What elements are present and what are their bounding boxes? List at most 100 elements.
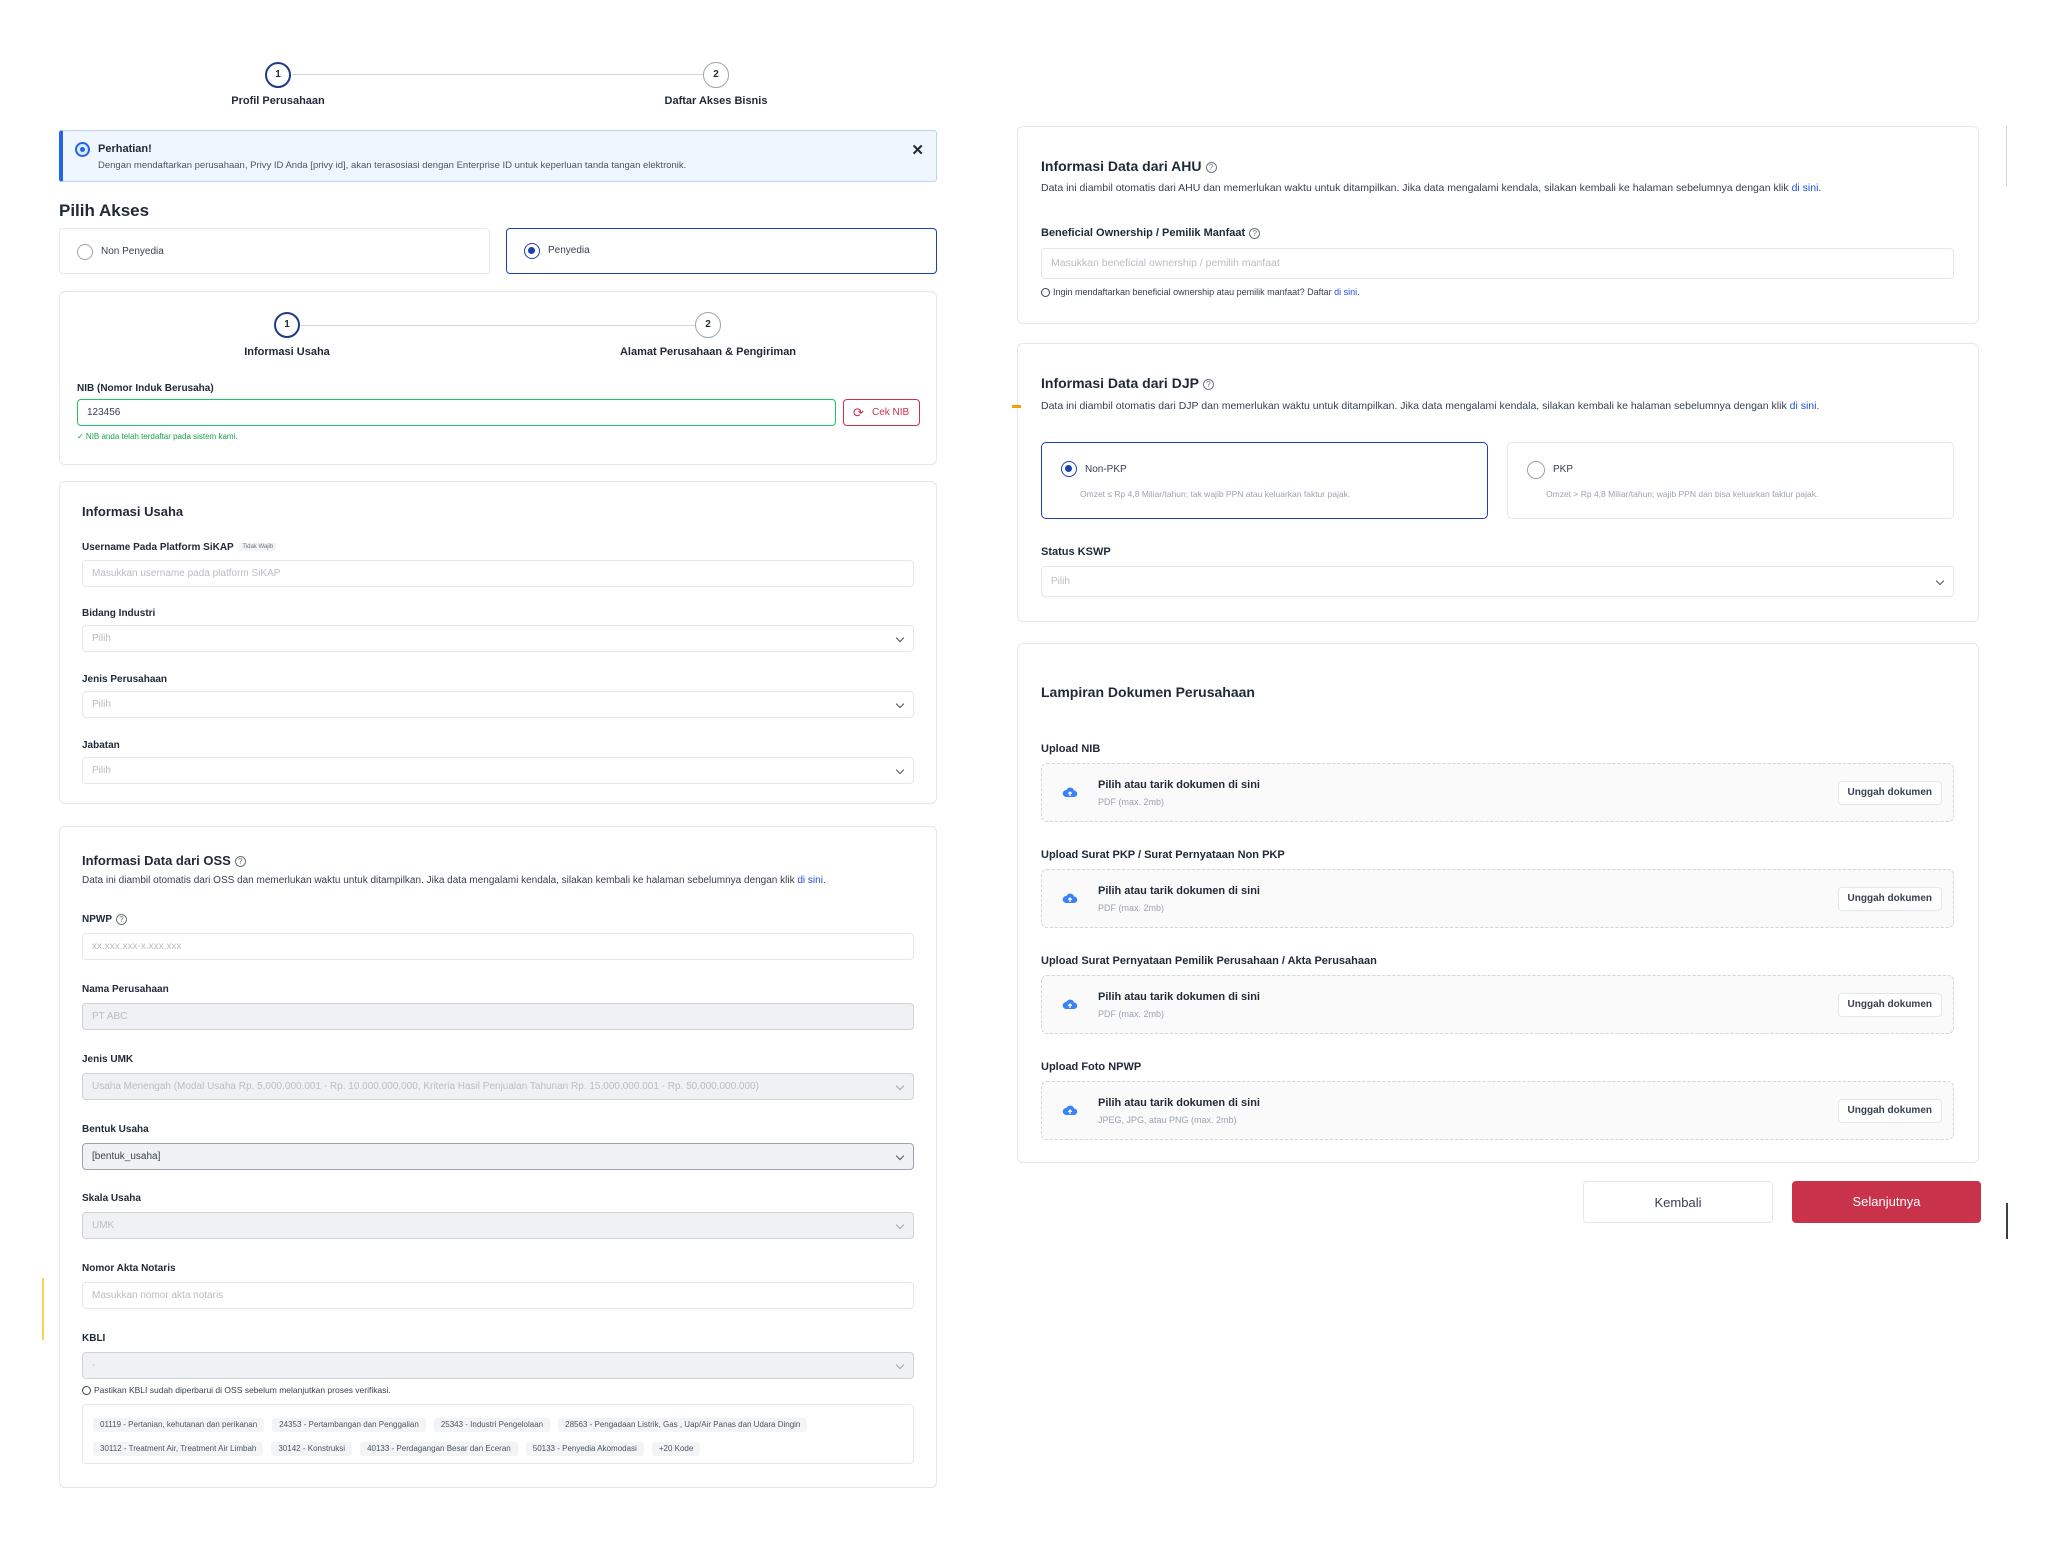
jabatan-select-value: Pilih <box>92 765 111 776</box>
upload-pkp-dropzone[interactable]: Pilih atau tarik dokumen di sini PDF (ma… <box>1041 869 1954 928</box>
bo-input[interactable]: Masukkan beneficial ownership / pemilih … <box>1041 248 1954 279</box>
left-edge-mark <box>42 1278 44 1340</box>
radio-pkp[interactable] <box>1527 461 1545 479</box>
kbli-chip: 25343 - Industri Pengelolaan <box>433 1418 551 1432</box>
upload-npwp-dropzone[interactable]: Pilih atau tarik dokumen di sini JPEG, J… <box>1041 1081 1954 1140</box>
bo-label-text: Beneficial Ownership / Pemilik Manfaat <box>1041 227 1246 239</box>
pkp-desc: Omzet > Rp 4,8 Miliar/tahun; wajib PPN d… <box>1546 489 1819 499</box>
kbli-chip-list: 01119 - Pertanian, kehutanan dan perikan… <box>82 1404 914 1464</box>
kbli-chip: 30142 - Konstruksi <box>271 1442 353 1456</box>
kbli-chip: 28563 - Pengadaan Listrik, Gas , Uap/Air… <box>558 1418 808 1432</box>
non-pkp-title: Non-PKP <box>1085 464 1127 475</box>
option-pkp[interactable]: PKP Omzet > Rp 4,8 Miliar/tahun; wajib P… <box>1507 442 1954 519</box>
right-edge-tick <box>2006 1203 2008 1239</box>
upload-pkp-button[interactable]: Unggah dokumen <box>1837 887 1942 911</box>
kbli-chip: 40133 - Perdagangan Besar dan Eceran <box>360 1442 518 1456</box>
alert-title: Perhatian! <box>98 143 152 155</box>
bo-note-link[interactable]: di sini <box>1334 287 1357 297</box>
jenis-select[interactable]: Pilih <box>82 691 914 718</box>
kbli-chip: 30112 - Treatment Air, Treatment Air Lim… <box>93 1442 264 1456</box>
jenis-label: Jenis Perusahaan <box>82 674 168 685</box>
upload-akta-hint: PDF (max. 2mb) <box>1098 1009 1165 1019</box>
oss-desc-link[interactable]: di sini <box>797 875 823 886</box>
inner-step-2-label: Alamat Perusahaan & Pengiriman <box>619 346 797 358</box>
cloud-upload-icon <box>1062 787 1078 797</box>
upload-nib-label: Upload NIB <box>1041 743 1101 755</box>
lampiran-title: Lampiran Dokumen Perusahaan <box>1041 684 1255 700</box>
djp-desc-link[interactable]: di sini <box>1790 400 1817 412</box>
check-nib-button[interactable]: ⟳ Cek NIB <box>843 399 920 426</box>
upload-nib-title: Pilih atau tarik dokumen di sini <box>1098 779 1260 791</box>
umk-select: Usaha Menengah (Modal Usaha Rp. 5.000.00… <box>82 1073 914 1100</box>
option-non-penyedia[interactable]: Non Penyedia <box>59 228 490 274</box>
info-icon <box>75 142 90 157</box>
jabatan-select[interactable]: Pilih <box>82 757 914 784</box>
oss-title: Informasi Data dari OSS? <box>82 853 246 868</box>
kbli-label: KBLI <box>82 1333 106 1344</box>
npwp-input[interactable]: xx.xxx.xxx-x.xxx.xxx <box>82 933 914 960</box>
back-button[interactable]: Kembali <box>1583 1181 1773 1223</box>
ahu-desc-link[interactable]: di sini <box>1792 182 1819 194</box>
help-icon[interactable]: ? <box>116 914 127 925</box>
cloud-upload-icon <box>1062 999 1078 1009</box>
top-step-2-label: Daftar Akses Bisnis <box>664 95 768 107</box>
help-icon[interactable]: ? <box>1202 378 1214 390</box>
kswp-select[interactable]: Pilih <box>1041 566 1954 597</box>
non-pkp-desc: Omzet ≤ Rp 4,8 Miliar/tahun; tak wajib P… <box>1080 489 1351 499</box>
bo-note-end: . <box>1357 287 1360 297</box>
radio-non-penyedia[interactable] <box>77 244 93 260</box>
option-penyedia[interactable]: Penyedia <box>506 228 937 274</box>
help-icon[interactable]: ? <box>1205 161 1217 173</box>
akta-input[interactable]: Masukkan nomor akta notaris <box>82 1282 914 1309</box>
bentuk-select[interactable]: [bentuk_usaha] <box>82 1143 914 1170</box>
upload-nib-hint: PDF (max. 2mb) <box>1098 797 1165 807</box>
nib-input[interactable]: 123456 <box>77 399 836 426</box>
akta-label: Nomor Akta Notaris <box>82 1263 176 1274</box>
pkp-title: PKP <box>1553 464 1574 475</box>
kswp-label: Status KSWP <box>1041 546 1111 558</box>
kbli-note: Pastikan KBLI sudah diperbarui di OSS se… <box>82 1385 391 1396</box>
bo-label: Beneficial Ownership / Pemilik Manfaat? <box>1041 227 1261 239</box>
upload-pkp-label: Upload Surat PKP / Surat Pernyataan Non … <box>1041 849 1285 861</box>
kbli-chip: 01119 - Pertanian, kehutanan dan perikan… <box>93 1418 265 1432</box>
attention-alert: Perhatian! Dengan mendaftarkan perusahaa… <box>59 130 937 182</box>
cloud-upload-icon <box>1062 893 1078 903</box>
djp-desc-end: . <box>1816 400 1820 412</box>
close-icon[interactable]: ✕ <box>911 141 924 159</box>
nama-label: Nama Perusahaan <box>82 984 169 995</box>
skala-label: Skala Usaha <box>82 1193 141 1204</box>
upload-pkp-title: Pilih atau tarik dokumen di sini <box>1098 885 1260 897</box>
djp-desc: Data ini diambil otomatis dari DJP dan m… <box>1041 400 1819 412</box>
upload-akta-title: Pilih atau tarik dokumen di sini <box>1098 991 1260 1003</box>
alert-text: Dengan mendaftarkan perusahaan, Privy ID… <box>98 160 687 171</box>
username-input[interactable]: Masukkan username pada platform SiKAP <box>82 560 914 587</box>
radio-non-pkp[interactable] <box>1061 461 1077 477</box>
side-marker <box>1012 405 1021 408</box>
nib-label: NIB (Nomor Induk Berusaha) <box>77 383 214 394</box>
ahu-title-text: Informasi Data dari AHU <box>1041 158 1202 174</box>
inner-stepper-line <box>301 325 709 326</box>
kbli-more-chip[interactable]: +20 Kode <box>651 1442 701 1456</box>
bo-note: Ingin mendaftarkan beneficial ownership … <box>1041 287 1360 298</box>
upload-nib-dropzone[interactable]: Pilih atau tarik dokumen di sini PDF (ma… <box>1041 763 1954 822</box>
bentuk-label: Bentuk Usaha <box>82 1124 149 1135</box>
jabatan-label: Jabatan <box>82 740 120 751</box>
bidang-select[interactable]: Pilih <box>82 625 914 652</box>
help-icon[interactable]: ? <box>1249 227 1261 239</box>
upload-pkp-hint: PDF (max. 2mb) <box>1098 903 1165 913</box>
username-label: Username Pada Platform SiKAP Tidak Wajib <box>82 542 277 553</box>
bidang-select-value: Pilih <box>92 633 111 644</box>
skala-select: UMK <box>82 1212 914 1239</box>
option-non-pkp[interactable]: Non-PKP Omzet ≤ Rp 4,8 Miliar/tahun; tak… <box>1041 442 1488 519</box>
ahu-title: Informasi Data dari AHU? <box>1041 158 1217 174</box>
upload-akta-dropzone[interactable]: Pilih atau tarik dokumen di sini PDF (ma… <box>1041 975 1954 1034</box>
upload-nib-button[interactable]: Unggah dokumen <box>1837 781 1942 805</box>
radio-penyedia[interactable] <box>524 243 540 259</box>
ahu-desc: Data ini diambil otomatis dari AHU dan m… <box>1041 182 1821 194</box>
help-icon[interactable]: ? <box>234 856 246 868</box>
upload-npwp-button[interactable]: Unggah dokumen <box>1837 1099 1942 1123</box>
skala-select-value: UMK <box>92 1220 115 1231</box>
next-button[interactable]: Selanjutnya <box>1792 1181 1981 1223</box>
info-icon <box>1041 288 1050 298</box>
upload-akta-button[interactable]: Unggah dokumen <box>1837 993 1942 1017</box>
